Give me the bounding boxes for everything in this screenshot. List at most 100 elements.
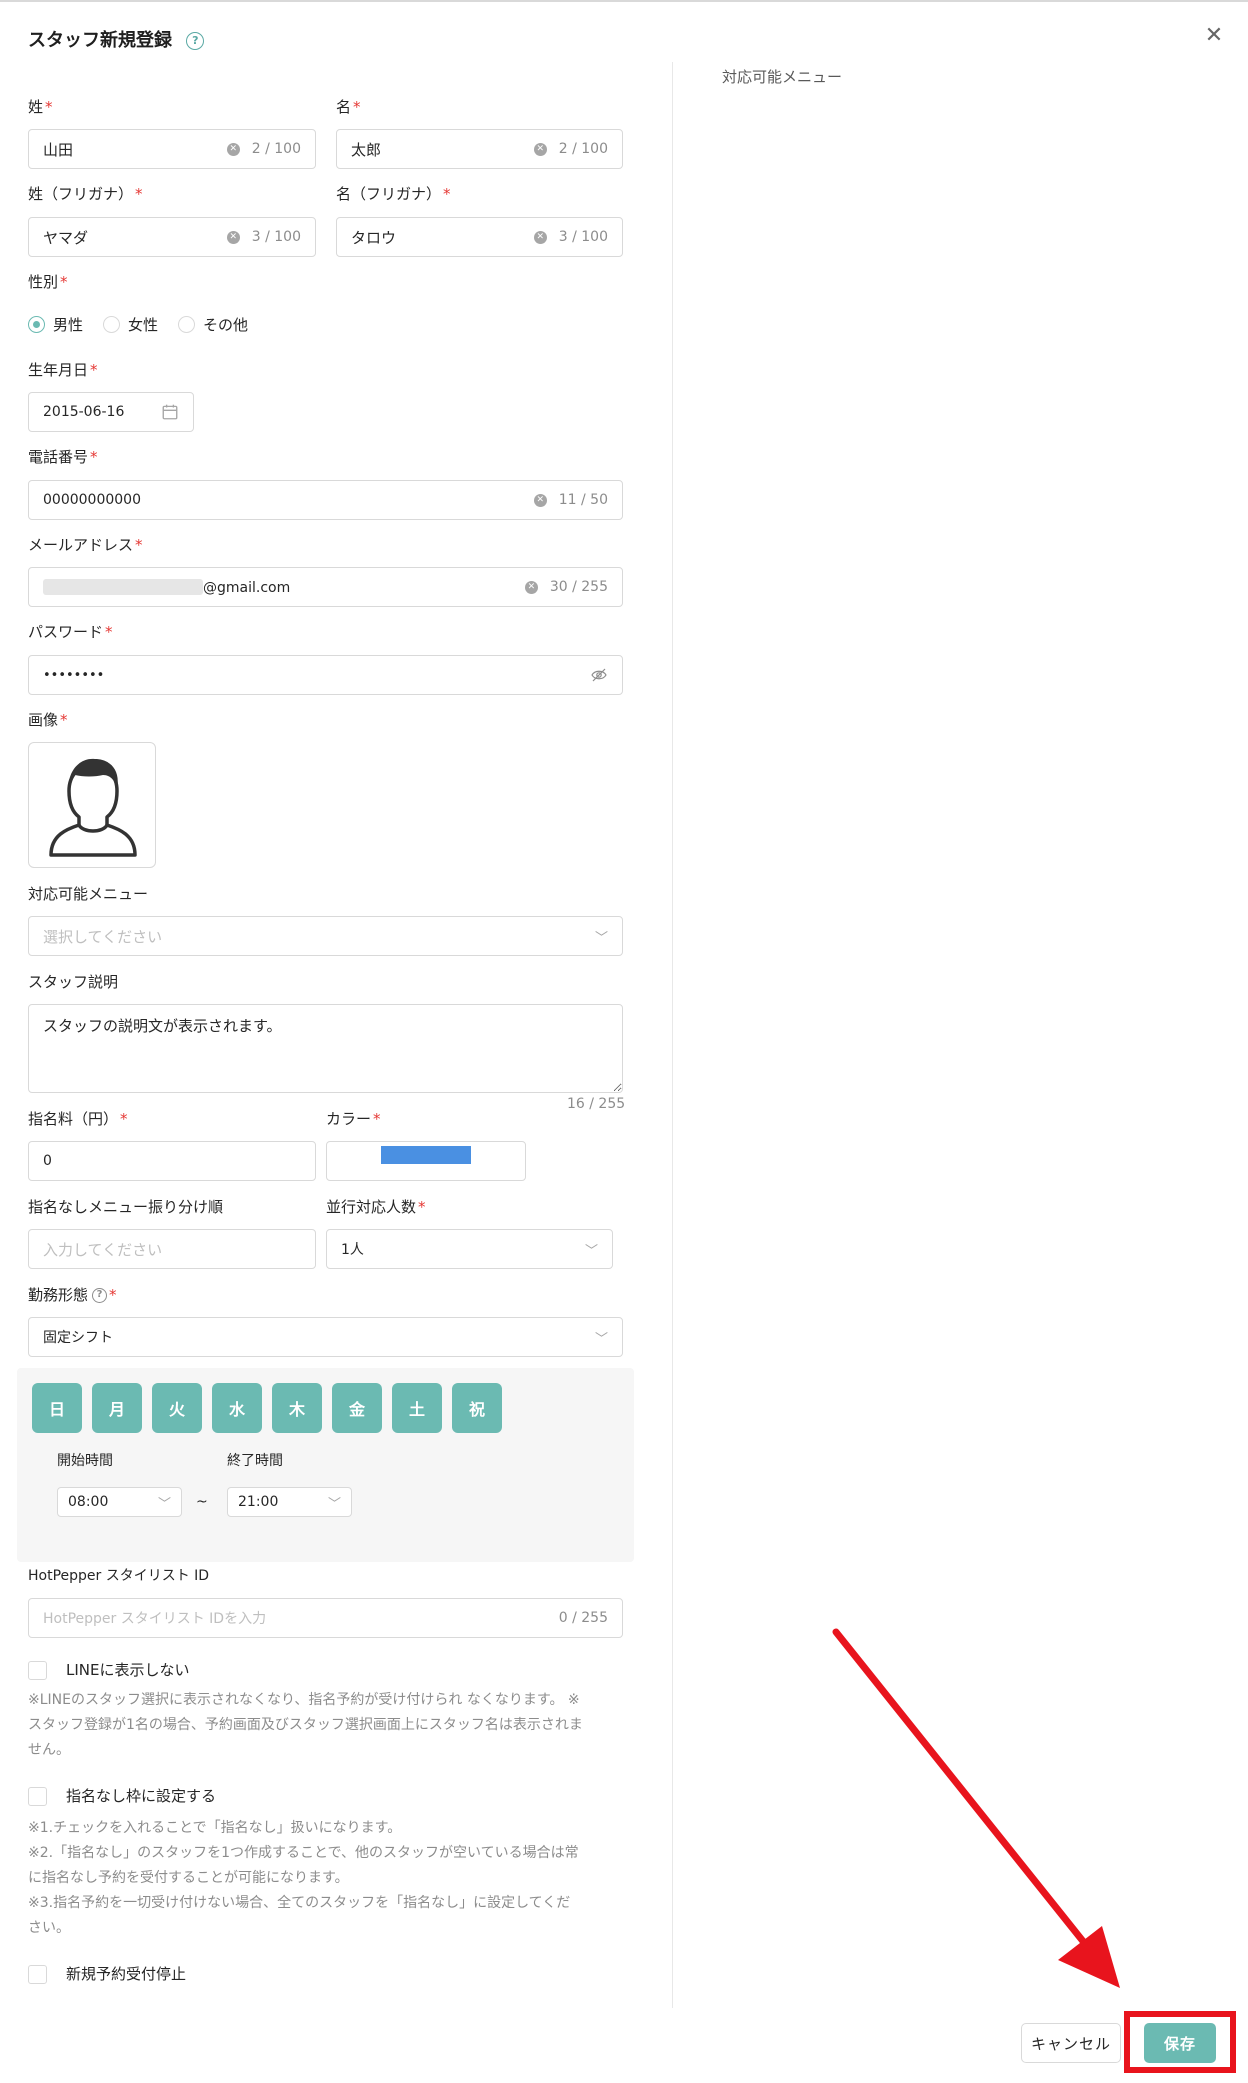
email-label: メールアドレス * xyxy=(28,536,143,554)
concurrent-label: 並行対応人数 * xyxy=(326,1198,426,1216)
avatar xyxy=(49,758,137,857)
char-count: 3 / 100 xyxy=(251,229,301,245)
nomination-fee-input[interactable]: 0 xyxy=(28,1141,316,1181)
chevron-down-icon: ﹀ xyxy=(327,1496,341,1512)
no-nomination-note: ※1.チェックを入れることで「指名なし」扱いになります。 ※2.「指名なし」のス… xyxy=(28,1820,579,1936)
description-label: スタッフ説明 xyxy=(28,973,119,991)
clear-icon[interactable]: ✕ xyxy=(524,580,538,594)
no-nomination-option: 指名なし枠に設定する xyxy=(28,1786,216,1806)
last-kana-input[interactable]: ヤマダ ✕ 3 / 100 xyxy=(28,217,316,257)
password-input[interactable]: •••••••• xyxy=(28,655,623,695)
dialog-header: スタッフ新規登録 ? xyxy=(28,28,205,54)
day-button-holiday[interactable]: 祝 xyxy=(452,1383,502,1433)
stop-booking-label: 新規予約受付停止 xyxy=(66,1965,187,1983)
help-icon[interactable]: ? xyxy=(92,1287,108,1303)
first-kana-input[interactable]: タロウ ✕ 3 / 100 xyxy=(336,217,623,257)
cancel-button[interactable]: キャンセル xyxy=(1021,2023,1121,2063)
hide-line-option: LINEに表示しない xyxy=(28,1660,189,1680)
gender-radio-female[interactable]: 女性 xyxy=(103,314,158,335)
chevron-down-icon: ﹀ xyxy=(594,930,608,946)
description-textarea[interactable] xyxy=(28,1004,623,1093)
char-count: 30 / 255 xyxy=(549,579,608,595)
calendar-icon xyxy=(162,404,178,420)
chevron-down-icon: ﹀ xyxy=(594,1331,608,1347)
concurrent-select[interactable]: 1人 ﹀ xyxy=(326,1229,613,1269)
radio-icon xyxy=(103,316,121,333)
first-name-input[interactable]: 太郎 ✕ 2 / 100 xyxy=(336,129,623,169)
column-divider xyxy=(672,62,673,2008)
clear-icon[interactable]: ✕ xyxy=(533,230,547,244)
gender-label: 性別 * xyxy=(28,273,68,291)
day-button-thu[interactable]: 木 xyxy=(272,1383,322,1433)
image-label: 画像 * xyxy=(28,711,68,729)
day-button-wed[interactable]: 水 xyxy=(212,1383,262,1433)
work-type-select[interactable]: 固定シフト ﹀ xyxy=(28,1317,623,1357)
gender-radio-male[interactable]: 男性 xyxy=(28,314,83,335)
last-name-input[interactable]: 山田 ✕ 2 / 100 xyxy=(28,129,316,169)
char-count: 3 / 100 xyxy=(558,229,608,245)
right-panel-label: 対応可能メニュー xyxy=(722,68,843,86)
clear-icon[interactable]: ✕ xyxy=(533,493,547,507)
no-nomination-label: 指名なし枠に設定する xyxy=(66,1787,217,1805)
nomination-fee-label: 指名料（円） * xyxy=(28,1110,128,1128)
assign-order-input[interactable]: 入力してください xyxy=(28,1229,316,1269)
start-time-select[interactable]: 08:00 ﹀ xyxy=(57,1487,182,1517)
gender-radio-other[interactable]: その他 xyxy=(178,314,248,335)
first-kana-label: 名（フリガナ） * xyxy=(336,185,451,203)
hotpepper-label: HotPepper スタイリスト ID xyxy=(28,1568,210,1584)
menus-label: 対応可能メニュー xyxy=(28,885,149,903)
day-button-tue[interactable]: 火 xyxy=(152,1383,202,1433)
char-count: 0 / 255 xyxy=(558,1610,608,1626)
assign-order-label: 指名なしメニュー振り分け順 xyxy=(28,1198,224,1216)
close-icon[interactable]: ✕ xyxy=(1202,24,1226,48)
last-name-label: 姓 * xyxy=(28,98,53,116)
start-time-label: 開始時間 xyxy=(57,1453,113,1469)
day-button-fri[interactable]: 金 xyxy=(332,1383,382,1433)
hide-line-note: ※LINEのスタッフ選択に表示されなくなり、指名予約が受け付けられ なくなります… xyxy=(28,1692,583,1758)
clear-icon[interactable]: ✕ xyxy=(226,230,240,244)
char-count: 2 / 100 xyxy=(558,141,608,157)
radio-selected-icon xyxy=(28,316,45,333)
menus-select[interactable]: 選択してください ﹀ xyxy=(28,916,623,956)
char-count: 2 / 100 xyxy=(251,141,301,157)
annotation-highlight-box xyxy=(1124,2011,1236,2073)
stop-booking-option: 新規予約受付停止 xyxy=(28,1964,186,1984)
chevron-down-icon: ﹀ xyxy=(584,1243,598,1259)
end-time-label: 終了時間 xyxy=(227,1453,283,1469)
help-icon[interactable]: ? xyxy=(186,31,205,50)
color-label: カラー * xyxy=(326,1110,381,1128)
description-count: 16 / 255 xyxy=(567,1096,626,1112)
work-type-label: 勤務形態 ? * xyxy=(28,1286,117,1304)
clear-icon[interactable]: ✕ xyxy=(226,142,240,156)
birthday-label: 生年月日 * xyxy=(28,361,98,379)
end-time-select[interactable]: 21:00 ﹀ xyxy=(227,1487,352,1517)
radio-icon xyxy=(178,316,196,333)
char-count: 11 / 50 xyxy=(558,492,608,508)
dialog-title: スタッフ新規登録 xyxy=(28,30,172,51)
clear-icon[interactable]: ✕ xyxy=(533,142,547,156)
email-input[interactable]: @gmail.com ✕ 30 / 255 xyxy=(28,567,623,607)
password-label: パスワード * xyxy=(28,623,113,641)
eye-slash-icon[interactable] xyxy=(590,666,608,684)
last-kana-label: 姓（フリガナ） * xyxy=(28,185,143,203)
stop-booking-checkbox[interactable] xyxy=(28,1964,47,1984)
hotpepper-input[interactable]: HotPepper スタイリスト IDを入力 0 / 255 xyxy=(28,1598,623,1638)
color-swatch xyxy=(381,1146,471,1164)
blurred-email-user xyxy=(43,578,203,595)
no-nomination-checkbox[interactable] xyxy=(28,1786,47,1806)
day-button-sat[interactable]: 土 xyxy=(392,1383,442,1433)
avatar-upload[interactable] xyxy=(28,742,156,868)
day-button-mon[interactable]: 月 xyxy=(92,1383,142,1433)
phone-input[interactable]: 00000000000 ✕ 11 / 50 xyxy=(28,480,623,520)
time-separator: ~ xyxy=(196,1494,208,1510)
annotation-arrow xyxy=(832,1628,1120,1988)
color-picker[interactable] xyxy=(326,1141,526,1181)
hide-line-checkbox[interactable] xyxy=(28,1660,47,1680)
day-button-sun[interactable]: 日 xyxy=(32,1383,82,1433)
phone-label: 電話番号 * xyxy=(28,448,98,466)
gender-radio-group: 男性 女性 その他 xyxy=(28,314,268,335)
first-name-label: 名 * xyxy=(336,98,361,116)
chevron-down-icon: ﹀ xyxy=(157,1496,171,1512)
hide-line-label: LINEに表示しない xyxy=(66,1661,190,1679)
birthday-picker[interactable]: 2015-06-16 xyxy=(28,392,194,432)
